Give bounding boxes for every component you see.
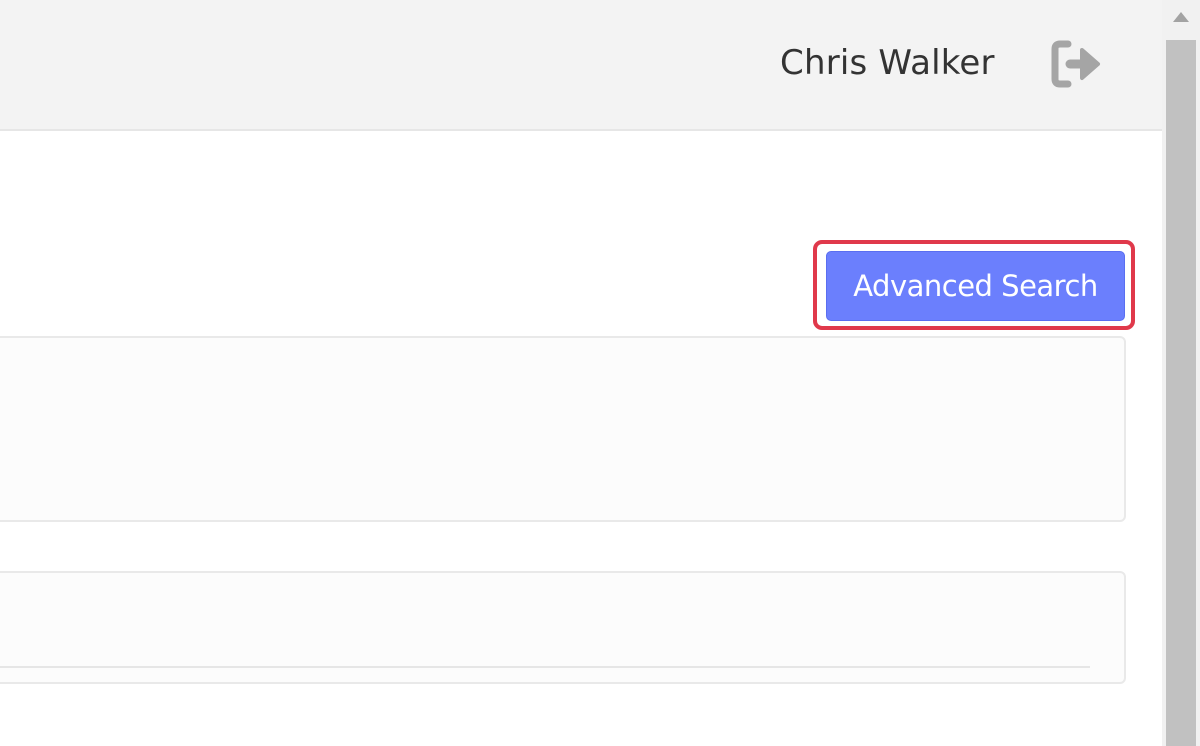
top-header-bar: Chris Walker — [0, 0, 1162, 131]
logout-icon[interactable] — [1050, 38, 1106, 90]
scrollbar-thumb[interactable] — [1166, 40, 1196, 746]
content-panel-primary — [0, 336, 1126, 522]
page: Chris Walker Advanced Search — [0, 0, 1200, 746]
advanced-search-button[interactable]: Advanced Search — [826, 251, 1125, 321]
user-name-label: Chris Walker — [780, 43, 995, 83]
scroll-up-arrow-icon[interactable] — [1173, 12, 1189, 22]
panel-divider — [0, 666, 1090, 668]
